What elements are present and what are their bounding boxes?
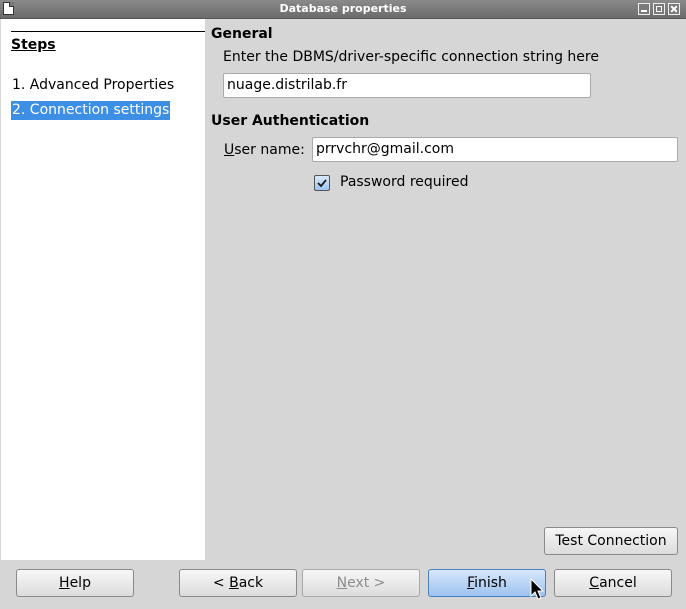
next-mnemonic: N: [336, 575, 348, 591]
password-required-checkbox[interactable]: [314, 175, 330, 191]
test-connection-button[interactable]: Test Connection: [544, 527, 678, 555]
step-connection-settings[interactable]: 2. Connection settings: [11, 101, 171, 120]
help-button[interactable]: Help: [16, 569, 134, 597]
window-title: Database properties: [279, 2, 407, 15]
password-required-label[interactable]: Password required: [340, 174, 469, 190]
steps-heading: Steps: [11, 37, 56, 53]
help-label: elp: [69, 575, 91, 591]
connection-string-input[interactable]: nuage.distrilab.fr: [223, 73, 591, 98]
finish-button[interactable]: Finish: [428, 569, 546, 597]
username-label-mnemonic: U: [224, 142, 235, 158]
cancel-label: ancel: [599, 575, 637, 591]
steps-panel: Steps 1. Advanced Properties 2. Connecti…: [1, 19, 205, 560]
title-bar: Database properties: [0, 0, 686, 19]
connection-string-label: Enter the DBMS/driver-specific connectio…: [223, 49, 599, 65]
next-label: ext >: [347, 575, 386, 591]
minimize-icon[interactable]: [638, 3, 650, 15]
cancel-mnemonic: C: [589, 575, 600, 591]
content-panel: General Enter the DBMS/driver-specific c…: [205, 19, 686, 560]
steps-divider: [11, 31, 205, 32]
back-prefix: <: [212, 575, 230, 591]
username-label: User name:: [224, 142, 305, 158]
general-heading: General: [211, 26, 273, 42]
next-button[interactable]: Next >: [302, 569, 420, 597]
mouse-pointer-icon: [530, 578, 544, 600]
step-advanced-properties[interactable]: 1. Advanced Properties: [11, 76, 175, 95]
checkmark-icon: [317, 179, 327, 188]
back-mnemonic: B: [229, 575, 239, 591]
cancel-button[interactable]: Cancel: [554, 569, 672, 597]
username-label-text: ser name:: [234, 142, 305, 158]
close-icon[interactable]: [668, 3, 680, 15]
help-mnemonic: H: [59, 575, 70, 591]
back-button[interactable]: < Back: [179, 569, 297, 597]
maximize-icon[interactable]: [653, 3, 665, 15]
back-label: ack: [238, 575, 264, 591]
user-authentication-heading: User Authentication: [211, 113, 370, 129]
username-input[interactable]: prrvchr@gmail.com: [312, 137, 678, 162]
finish-label: inish: [474, 575, 507, 591]
